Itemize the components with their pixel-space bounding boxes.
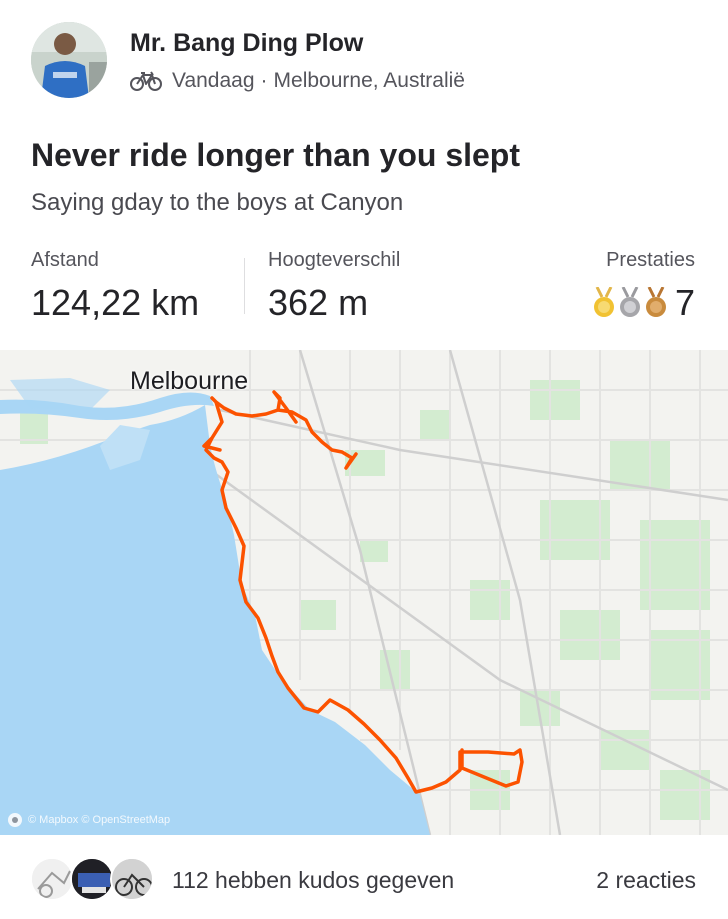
activity-location: Melbourne, Australië xyxy=(273,69,465,92)
activity-meta: Vandaag · Melbourne, Australië xyxy=(130,69,465,93)
achievements-label: Prestaties xyxy=(606,249,695,271)
map-city-label: Melbourne xyxy=(130,367,249,395)
meta-separator: · xyxy=(260,69,268,92)
social-footer: 112 hebben kudos gegeven 2 reacties xyxy=(0,835,728,919)
athlete-name[interactable]: Mr. Bang Ding Plow xyxy=(130,29,363,58)
gold-medal-icon xyxy=(593,287,614,317)
distance-label: Afstand xyxy=(31,249,99,271)
route-map[interactable] xyxy=(0,350,728,835)
kudos-avatars[interactable] xyxy=(30,857,158,903)
bike-icon xyxy=(130,71,162,91)
distance-value: 124,22 km xyxy=(31,282,200,323)
kudos-avatar xyxy=(70,857,114,901)
activity-header: Mr. Bang Ding Plow Vandaag · Melbourne, … xyxy=(0,0,728,120)
mapbox-logo-icon xyxy=(8,813,22,827)
comments-link[interactable]: 2 reacties xyxy=(596,867,696,894)
achievements-count: 7 xyxy=(674,282,695,323)
athlete-avatar[interactable] xyxy=(31,22,107,98)
stat-divider xyxy=(244,258,245,314)
elevation-label: Hoogteverschil xyxy=(268,249,401,271)
kudos-avatar xyxy=(110,857,154,901)
activity-date: Vandaag xyxy=(172,69,255,92)
map-attribution[interactable]: © Mapbox © OpenStreetMap xyxy=(8,813,170,827)
achievements[interactable]: 7 xyxy=(593,282,695,324)
silver-medal-icon xyxy=(619,287,640,317)
activity-description: Saying gday to the boys at Canyon xyxy=(31,189,404,216)
kudos-avatar xyxy=(30,857,74,901)
elevation-value: 362 m xyxy=(268,282,369,323)
map-canvas xyxy=(0,350,728,835)
activity-title[interactable]: Never ride longer than you slept xyxy=(31,137,520,174)
kudos-count-link[interactable]: 112 hebben kudos gegeven xyxy=(172,867,454,894)
map-attribution-text: © Mapbox © OpenStreetMap xyxy=(28,814,171,826)
bronze-medal-icon xyxy=(645,287,666,317)
